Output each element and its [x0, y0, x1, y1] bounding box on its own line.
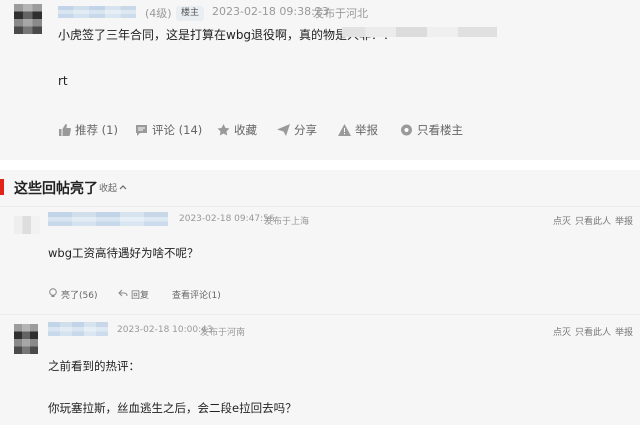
report-button[interactable]: 举报: [615, 214, 633, 227]
reply-location: 发布于河南: [200, 328, 246, 338]
dislike-button[interactable]: 点灭: [553, 325, 571, 338]
light-button[interactable]: 亮了(56): [48, 288, 97, 301]
report-button[interactable]: 举报: [615, 325, 633, 338]
reply-time: 2023-02-18 10:00:43: [117, 325, 213, 335]
op-badge: 楼主: [176, 6, 205, 21]
username-redacted[interactable]: [48, 322, 108, 336]
post-time: 2023-02-18 09:38:23: [212, 5, 329, 18]
comment-icon: [135, 124, 148, 136]
avatar[interactable]: [14, 4, 42, 34]
username-redacted[interactable]: [58, 6, 136, 18]
reply-time: 2023-02-18 09:47:56: [179, 214, 275, 224]
only-this-user-button[interactable]: 只看此人: [575, 214, 611, 227]
avatar[interactable]: [14, 216, 40, 234]
comment-button[interactable]: 评论 (14): [135, 122, 202, 138]
favorite-button[interactable]: 收藏: [217, 122, 257, 138]
chevron-up-icon: [119, 183, 127, 193]
post-body-rt: rt: [58, 74, 68, 88]
main-post: (4级) 楼主 2023-02-18 09:38:23 发布于河北 小虎签了三年…: [0, 0, 640, 160]
user-level: (4级): [145, 7, 172, 20]
redacted-text: [342, 27, 497, 37]
share-icon: [277, 124, 290, 136]
reply-body: 之前看到的热评：: [48, 359, 140, 373]
warning-icon: [338, 124, 351, 136]
reply-arrow-icon: [118, 288, 128, 301]
reply-item: 2023-02-18 10:00:43 发布于河南 点灭 只看此人 举报 之前看…: [0, 312, 640, 425]
hot-replies-header: 这些回帖亮了 收起: [0, 170, 640, 206]
avatar[interactable]: [14, 324, 38, 354]
reply-button[interactable]: 回复: [118, 288, 149, 301]
only-op-button[interactable]: 只看楼主: [400, 122, 463, 138]
reply-item: 2023-02-18 09:47:56 发布于上海 点灭 只看此人 举报 wbg…: [0, 206, 640, 312]
post-location: 发布于河北: [313, 7, 368, 20]
reply-body-quote: 你玩塞拉斯，丝血逃生之后，会二段e拉回去吗？: [48, 401, 297, 415]
section-gap: [0, 160, 640, 170]
collapse-button[interactable]: 收起: [99, 181, 127, 194]
view-comments-button[interactable]: 查看评论(1): [172, 288, 221, 301]
only-this-user-button[interactable]: 只看此人: [575, 325, 611, 338]
section-title: 这些回帖亮了: [14, 181, 98, 197]
report-button[interactable]: 举报: [338, 122, 378, 138]
star-icon: [217, 124, 230, 136]
divider: [0, 206, 640, 207]
reply-body: wbg工资高待遇好为啥不呢？: [48, 246, 199, 260]
eye-icon: [400, 124, 413, 136]
recommend-button[interactable]: 推荐 (1): [58, 122, 118, 138]
divider: [0, 314, 640, 315]
dislike-button[interactable]: 点灭: [553, 214, 571, 227]
light-bulb-icon: [48, 288, 58, 301]
section-accent-bar: [0, 179, 4, 195]
thumbs-up-icon: [58, 124, 71, 136]
share-button[interactable]: 分享: [277, 122, 317, 138]
username-redacted[interactable]: [48, 212, 168, 226]
reply-location: 发布于上海: [264, 217, 310, 227]
